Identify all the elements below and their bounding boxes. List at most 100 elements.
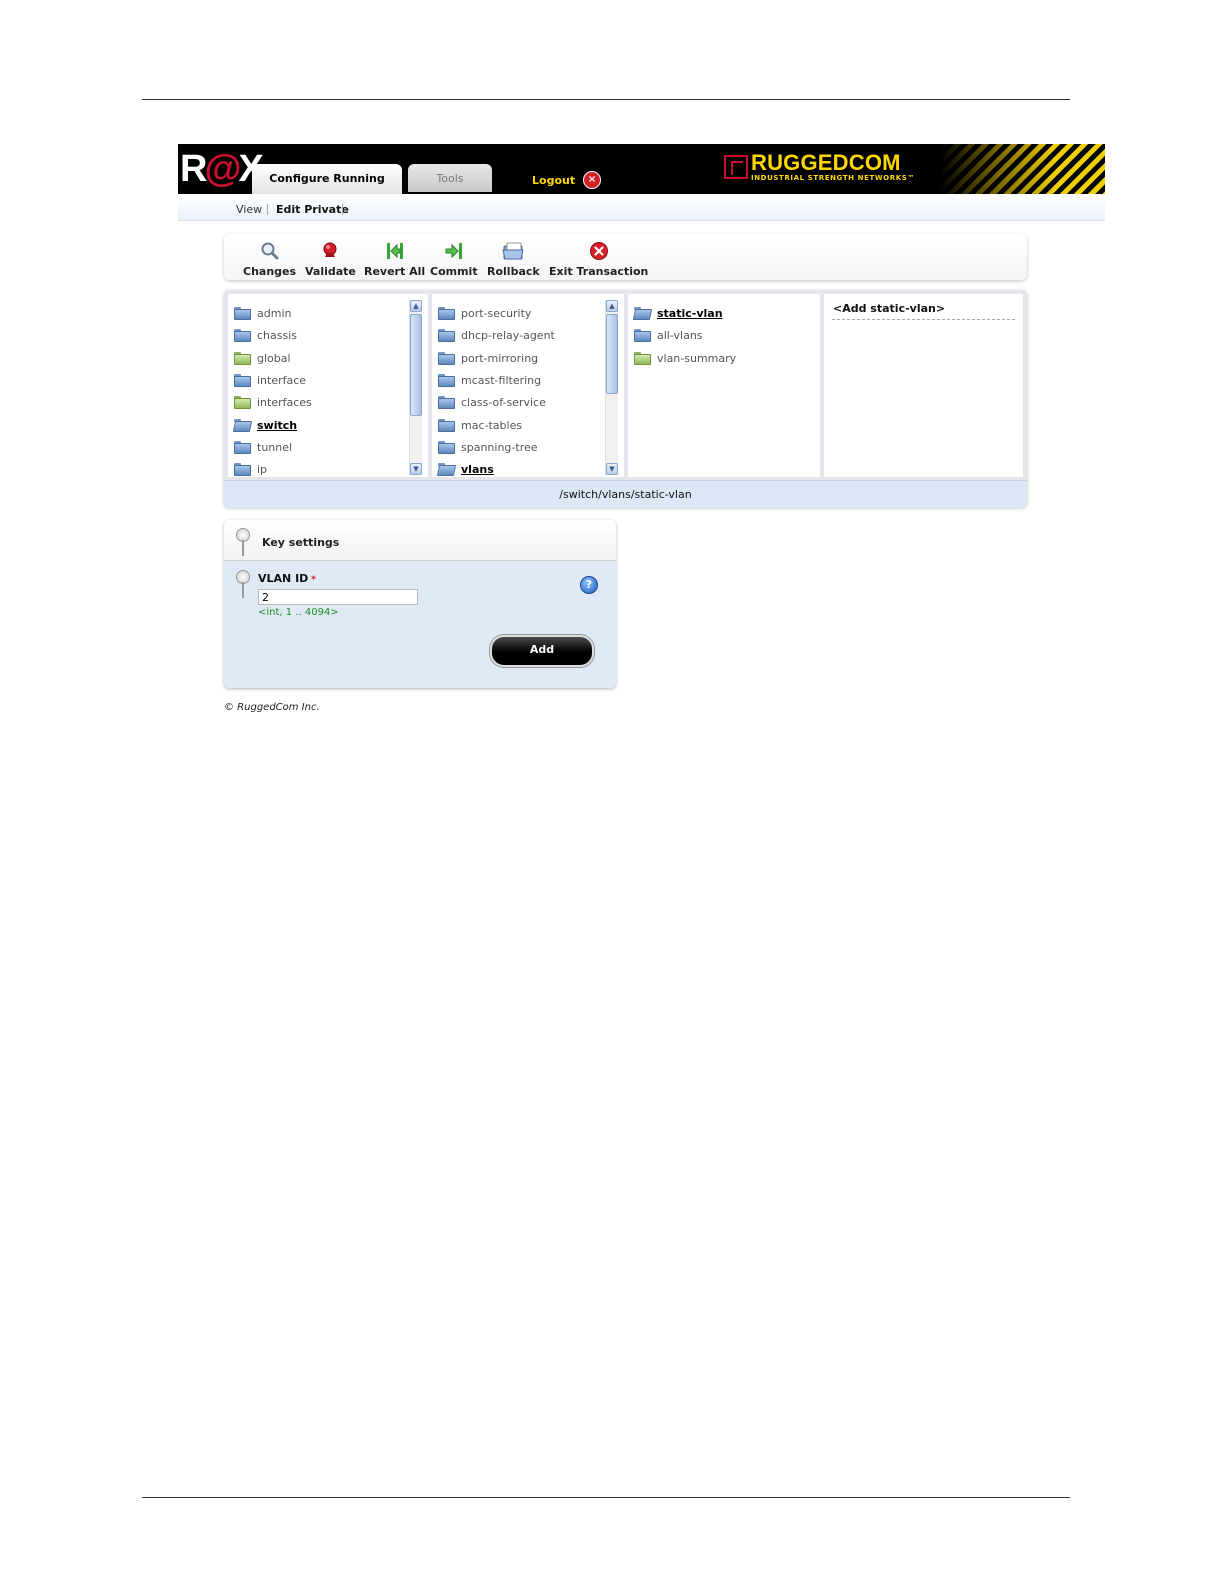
help-icon[interactable]: ? <box>580 576 598 594</box>
tree-item-label: vlans <box>461 462 494 476</box>
view-link[interactable]: View <box>236 203 262 216</box>
brand-name: RUGGEDCOM <box>751 150 901 175</box>
tree-item-label: vlan-summary <box>657 351 737 365</box>
magnifier-icon <box>260 240 280 262</box>
tree-item-label: switch <box>257 418 298 432</box>
tree-item-vlans[interactable]: vlans <box>436 460 494 477</box>
folder-icon <box>438 418 455 432</box>
dashed-divider <box>832 319 1015 320</box>
changes-button[interactable]: Changes <box>243 234 296 280</box>
validate-stamp-icon <box>320 240 340 262</box>
tree-column-3: static-vlan all-vlans vlan-summary <box>628 294 820 477</box>
revert-arrow-icon <box>385 240 405 262</box>
rox-app-window: R@X® Configure Running Tools Logout × RU… <box>178 144 1105 719</box>
brand-tagline: INDUSTRIAL STRENGTH NETWORKS™ <box>751 174 915 182</box>
tree-item-label: static-vlan <box>657 306 723 320</box>
tree-item-label: all-vlans <box>657 328 703 342</box>
key-settings-title: Key settings <box>262 536 340 549</box>
subnav-separator <box>267 204 268 215</box>
tree-item-vlan-summary[interactable]: vlan-summary <box>634 349 736 367</box>
vlan-id-label-text: VLAN ID <box>258 572 309 585</box>
tree-item-static-vlan[interactable]: static-vlan <box>632 304 723 322</box>
subnav-separator <box>342 204 343 215</box>
folder-icon <box>234 328 251 342</box>
validate-button[interactable]: Validate <box>305 234 356 280</box>
logout-label: Logout <box>532 173 576 187</box>
folder-icon <box>234 395 251 409</box>
ruggedcom-mark-icon <box>724 155 748 179</box>
folder-icon <box>234 351 251 365</box>
exit-x-icon <box>589 240 609 262</box>
tree-item-interfaces[interactable]: interfaces <box>234 393 312 411</box>
scroll-down-icon[interactable]: ▼ <box>606 463 618 475</box>
action-toolbar: Changes Validate Revert All Commit Rollb… <box>224 234 1027 280</box>
tree-item-spanning-tree[interactable]: spanning-tree <box>438 438 538 456</box>
tree-item-switch[interactable]: switch <box>232 416 298 434</box>
folder-icon <box>234 306 251 320</box>
tree-item-label: spanning-tree <box>461 440 538 454</box>
exit-transaction-button[interactable]: Exit Transaction <box>549 234 648 280</box>
required-marker: * <box>311 575 317 585</box>
logout-icon[interactable]: × <box>583 171 602 189</box>
tree-item-all-vlans[interactable]: all-vlans <box>634 326 703 344</box>
scroll-thumb[interactable] <box>606 314 618 394</box>
scroll-up-icon[interactable]: ▲ <box>606 300 618 312</box>
add-static-vlan-link[interactable]: <Add static-vlan> <box>833 302 945 315</box>
folder-icon <box>438 351 455 365</box>
open-folder-icon <box>632 306 653 320</box>
tree-item-mac-tables[interactable]: mac-tables <box>438 416 522 434</box>
tree-item-dhcp-relay-agent[interactable]: dhcp-relay-agent <box>438 326 555 344</box>
edit-private-link[interactable]: Edit Private <box>276 203 349 216</box>
tree-column-4: <Add static-vlan> <box>824 294 1023 477</box>
tree-item-mcast-filtering[interactable]: mcast-filtering <box>438 371 541 389</box>
config-tree-browser: admin chassis global interface interface… <box>224 290 1027 508</box>
tab-configure-running[interactable]: Configure Running <box>252 164 402 194</box>
copyright-text: © RuggedCom Inc. <box>224 702 320 713</box>
vlan-id-input[interactable] <box>258 589 418 605</box>
exit-transaction-label: Exit Transaction <box>549 265 649 278</box>
folder-icon <box>438 440 455 454</box>
tree-item-port-mirroring[interactable]: port-mirroring <box>438 349 538 367</box>
commit-label: Commit <box>430 265 478 278</box>
folder-icon <box>634 351 651 365</box>
tree-item-admin[interactable]: admin <box>234 304 291 322</box>
tree-item-global[interactable]: global <box>234 349 291 367</box>
tree-item-label: dhcp-relay-agent <box>461 328 555 342</box>
key-settings-header: Key settings <box>224 520 616 561</box>
vlan-id-label: VLAN ID * <box>258 572 316 585</box>
tree-item-class-of-service[interactable]: class-of-service <box>438 393 546 411</box>
open-folder-icon <box>436 462 457 476</box>
folder-icon <box>234 440 251 454</box>
folder-icon <box>438 373 455 387</box>
page-bottom-rule <box>142 1497 1070 1498</box>
tree-item-chassis[interactable]: chassis <box>234 326 297 344</box>
rollback-button[interactable]: Rollback <box>487 234 540 280</box>
tree-item-label: port-mirroring <box>461 351 539 365</box>
add-button[interactable]: Add <box>490 635 594 667</box>
tree-item-label: port-security <box>461 306 532 320</box>
changes-label: Changes <box>243 265 297 278</box>
commit-button[interactable]: Commit <box>430 234 478 280</box>
validate-label: Validate <box>305 265 356 278</box>
tab-tools[interactable]: Tools <box>408 164 492 192</box>
column-1-scrollbar[interactable]: ▲ ▼ <box>409 300 422 475</box>
vlan-id-range-hint: <int, 1 .. 4094> <box>258 607 339 618</box>
revert-all-button[interactable]: Revert All <box>364 234 425 280</box>
scroll-thumb[interactable] <box>410 314 422 416</box>
folder-icon <box>438 328 455 342</box>
scroll-up-icon[interactable]: ▲ <box>410 300 422 312</box>
logout-link[interactable]: Logout × <box>532 171 602 189</box>
tree-item-tunnel[interactable]: tunnel <box>234 438 292 456</box>
tree-item-ip[interactable]: ip <box>234 460 267 477</box>
column-2-scrollbar[interactable]: ▲ ▼ <box>605 300 618 475</box>
tree-item-port-security[interactable]: port-security <box>438 304 531 322</box>
page-top-rule <box>142 99 1070 100</box>
ruggedcom-logo: RUGGEDCOM INDUSTRIAL STRENGTH NETWORKS™ <box>724 152 915 182</box>
folder-icon <box>438 306 455 320</box>
tree-item-label: mcast-filtering <box>461 373 542 387</box>
scroll-down-icon[interactable]: ▼ <box>410 463 422 475</box>
header-bar: R@X® Configure Running Tools Logout × RU… <box>178 144 1105 194</box>
tree-item-interface[interactable]: interface <box>234 371 306 389</box>
commit-arrow-icon <box>444 240 464 262</box>
folder-icon <box>234 462 251 476</box>
